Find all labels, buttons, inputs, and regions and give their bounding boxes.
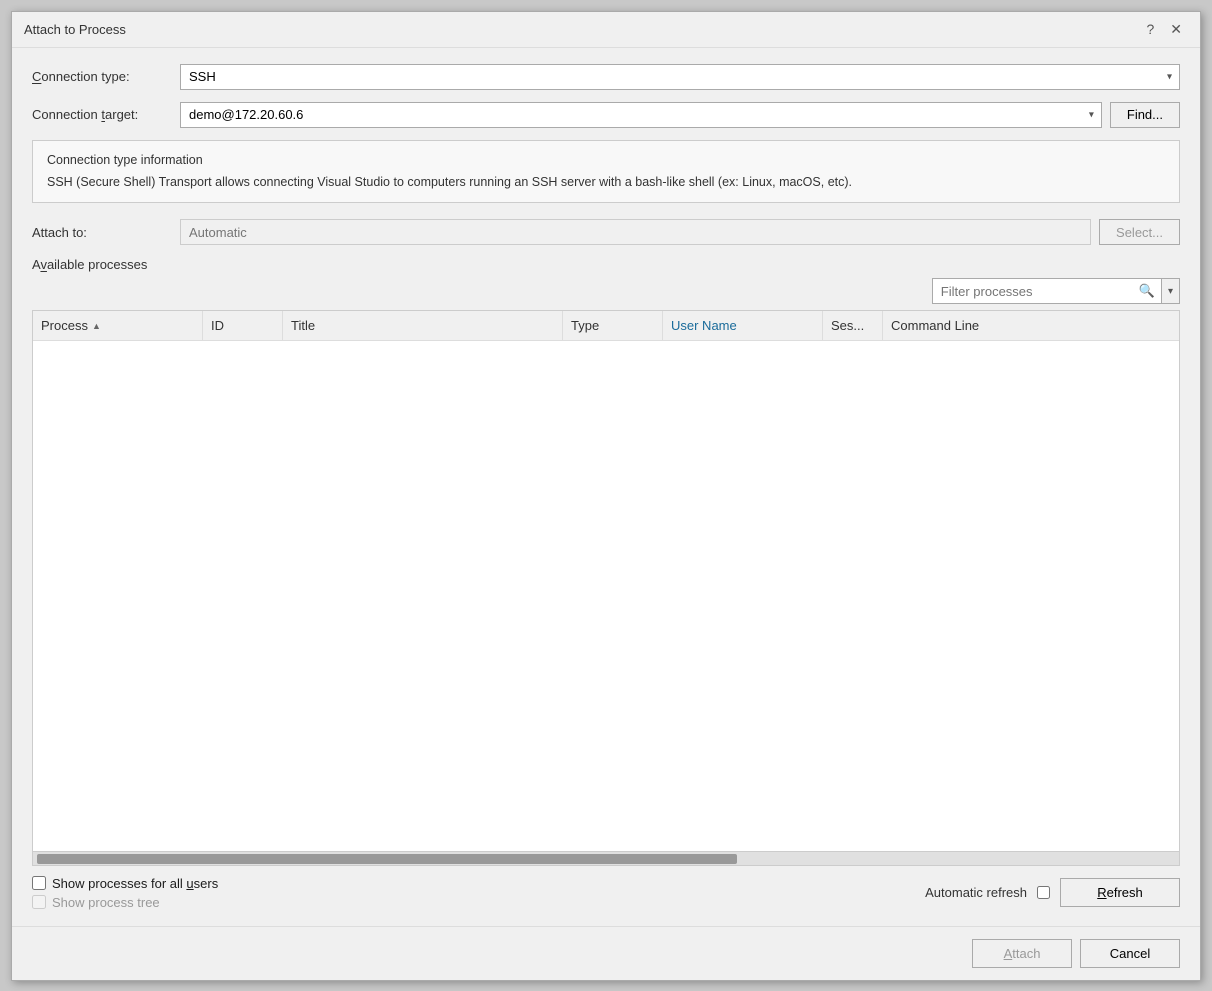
available-processes-section: Available processes 🔍 ▾ Process ▲	[32, 257, 1180, 910]
connection-target-input-wrapper: ▾	[180, 102, 1102, 128]
show-all-users-checkbox[interactable]	[32, 876, 46, 890]
column-title-label: Title	[291, 318, 315, 333]
title-bar: Attach to Process ? ✕	[12, 12, 1200, 48]
column-header-username[interactable]: User Name	[663, 311, 823, 340]
column-session-label: Ses...	[831, 318, 864, 333]
left-options: Show processes for all users Show proces…	[32, 876, 218, 910]
column-username-label: User Name	[671, 318, 737, 333]
connection-target-row: Connection target: ▾ Find...	[32, 102, 1180, 128]
dialog-title: Attach to Process	[24, 22, 126, 37]
show-process-tree-label: Show process tree	[52, 895, 160, 910]
info-box-text: SSH (Secure Shell) Transport allows conn…	[47, 173, 1165, 192]
close-button[interactable]: ✕	[1164, 19, 1188, 40]
column-header-id[interactable]: ID	[203, 311, 283, 340]
info-box-title: Connection type information	[47, 151, 1165, 170]
attach-to-label: Attach to:	[32, 225, 172, 240]
attach-to-row: Attach to: Select...	[32, 219, 1180, 245]
column-header-type[interactable]: Type	[563, 311, 663, 340]
sort-ascending-icon: ▲	[92, 321, 101, 331]
column-process-label: Process	[41, 318, 88, 333]
connection-type-select[interactable]: SSH Local Remote	[180, 64, 1180, 90]
find-button[interactable]: Find...	[1110, 102, 1180, 128]
right-options: Automatic refresh Refresh	[925, 878, 1180, 907]
bottom-options: Show processes for all users Show proces…	[32, 876, 1180, 910]
column-cmdline-label: Command Line	[891, 318, 979, 333]
connection-type-row: Connection type: SSH Local Remote ▾	[32, 64, 1180, 90]
cancel-button[interactable]: Cancel	[1080, 939, 1180, 968]
attach-label-rest: ttach	[1012, 946, 1040, 961]
show-all-users-label: Show processes for all users	[52, 876, 218, 891]
filter-processes-input[interactable]	[933, 279, 1133, 303]
auto-refresh-label: Automatic refresh	[925, 885, 1027, 900]
auto-refresh-checkbox[interactable]	[1037, 886, 1050, 899]
column-header-session[interactable]: Ses...	[823, 311, 883, 340]
search-icon: 🔍	[1133, 283, 1161, 299]
connection-type-select-wrapper: SSH Local Remote ▾	[180, 64, 1180, 90]
dialog-footer: Attach Cancel	[12, 926, 1200, 980]
attach-to-process-dialog: Attach to Process ? ✕ Connection type: S…	[11, 11, 1201, 981]
refresh-label-rest: efresh	[1107, 885, 1143, 900]
show-process-tree-checkbox-label: Show process tree	[32, 895, 218, 910]
horizontal-scrollbar[interactable]	[33, 851, 1179, 865]
attach-underline-a: A	[1004, 946, 1013, 961]
title-bar-actions: ? ✕	[1140, 19, 1188, 40]
connection-target-input[interactable]	[180, 102, 1102, 128]
connection-type-label: Connection type:	[32, 69, 172, 84]
select-button[interactable]: Select...	[1099, 219, 1180, 245]
attach-to-input	[180, 219, 1091, 245]
help-button[interactable]: ?	[1140, 19, 1160, 40]
show-all-users-checkbox-label[interactable]: Show processes for all users	[32, 876, 218, 891]
column-header-cmdline[interactable]: Command Line	[883, 311, 1179, 340]
show-process-tree-checkbox	[32, 895, 46, 909]
refresh-underline-r: R	[1097, 885, 1106, 900]
column-id-label: ID	[211, 318, 224, 333]
filter-dropdown-button[interactable]: ▾	[1161, 279, 1179, 303]
attach-button[interactable]: Attach	[972, 939, 1072, 968]
scrollbar-thumb	[37, 854, 737, 864]
column-header-process[interactable]: Process ▲	[33, 311, 203, 340]
column-type-label: Type	[571, 318, 599, 333]
refresh-button[interactable]: Refresh	[1060, 878, 1180, 907]
connection-target-label: Connection target:	[32, 107, 172, 122]
table-body	[33, 341, 1179, 851]
dialog-content: Connection type: SSH Local Remote ▾ Conn…	[12, 48, 1200, 926]
table-header: Process ▲ ID Title Type User Name	[33, 311, 1179, 341]
column-header-title[interactable]: Title	[283, 311, 563, 340]
available-processes-title: Available processes	[32, 257, 1180, 272]
filter-row: 🔍 ▾	[32, 278, 1180, 304]
filter-input-wrapper: 🔍 ▾	[932, 278, 1180, 304]
process-table: Process ▲ ID Title Type User Name	[32, 310, 1180, 866]
connection-type-info-box: Connection type information SSH (Secure …	[32, 140, 1180, 204]
